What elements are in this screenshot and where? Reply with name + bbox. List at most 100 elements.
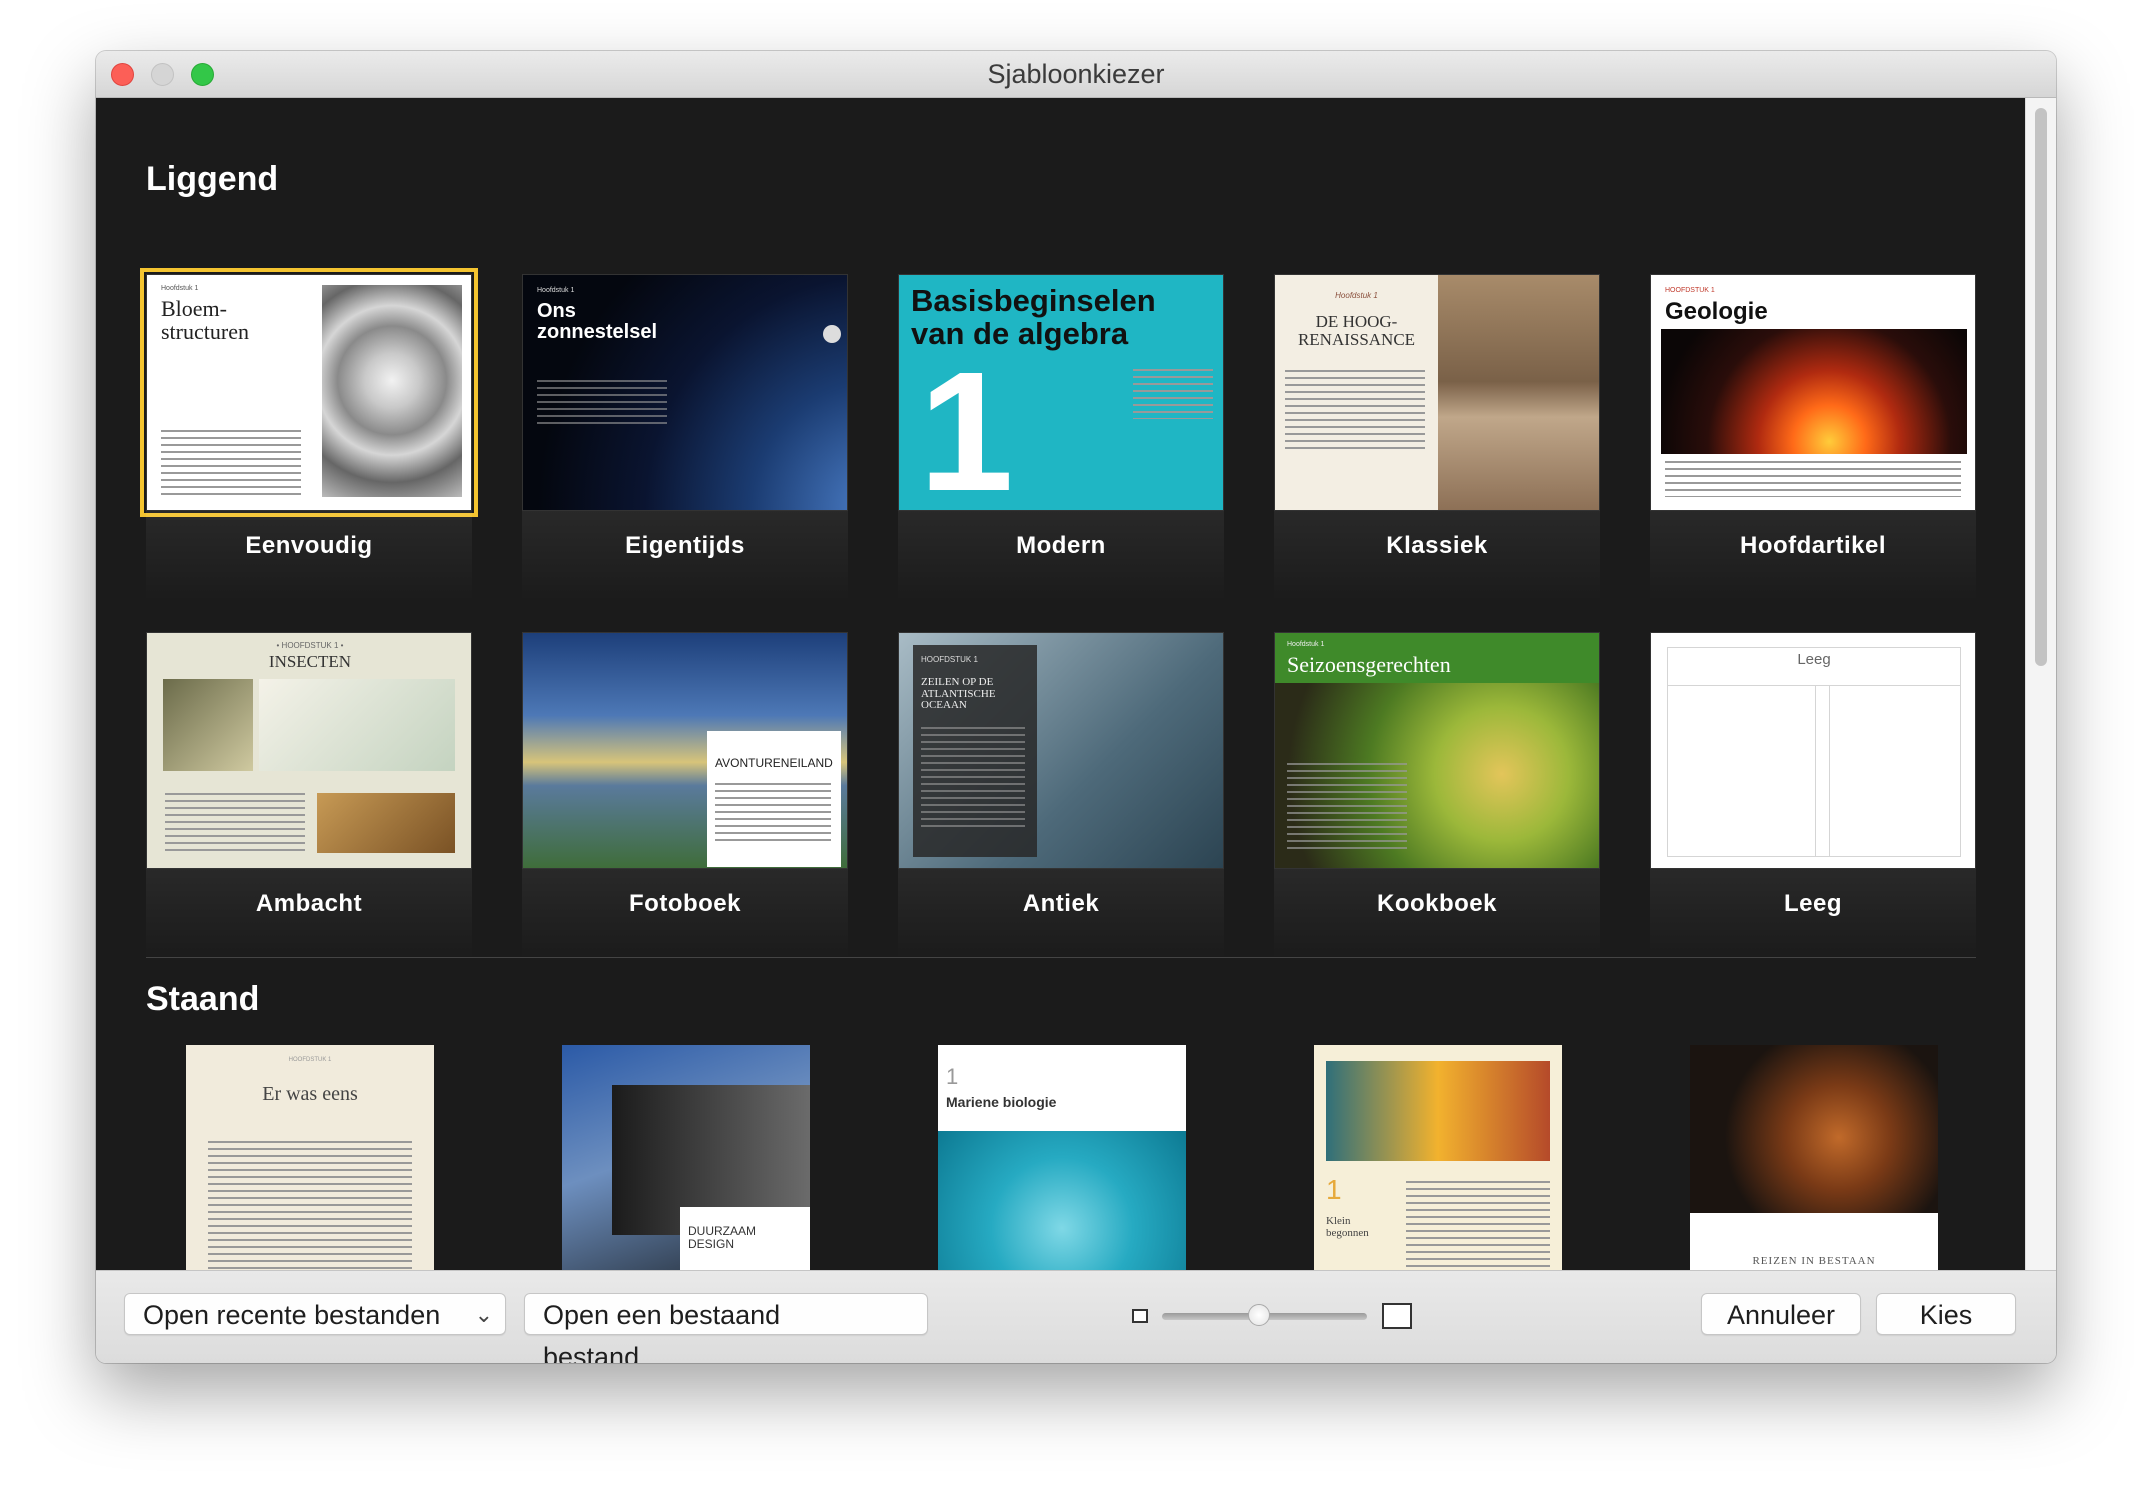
texture-photo (317, 793, 455, 853)
thumb-title: DUURZAAM DESIGN (688, 1224, 756, 1251)
template-thumbnail: AVONTURENEILAND (522, 632, 848, 869)
thumb-body-text (161, 430, 301, 496)
template-kookboek[interactable]: Hoofdstuk 1 Seizoensgerechten Kookboek (1274, 632, 1600, 959)
thumb-kicker: Hoofdstuk 1 (537, 287, 575, 294)
thumb-kicker: Hoofdstuk 1 (1335, 291, 1378, 300)
vertical-scrollbar[interactable] (2025, 98, 2056, 1270)
thumb-body-text (1285, 370, 1425, 450)
open-recent-label: Open recente bestanden (143, 1300, 441, 1330)
thumb-body-text (165, 793, 305, 853)
thumb-kicker: HOOFDSTUK 1 (1665, 287, 1715, 294)
thumb-body-text (1133, 369, 1213, 419)
thumb-kicker: Hoofdstuk 1 (161, 285, 199, 292)
large-thumbnail-icon (1382, 1303, 1412, 1329)
thumb-title: Mariene biologie (946, 1094, 1057, 1110)
thumb-body-text (537, 380, 667, 428)
template-label: Hoofdartikel (1739, 532, 1886, 559)
portrait-template-4[interactable]: 1 Klein begonnen (1314, 1045, 1562, 1270)
portrait-template-3[interactable]: 1 Mariene biologie (938, 1045, 1186, 1270)
thumb-body-text (208, 1141, 412, 1270)
thumb-kicker: HOOFDSTUK 1 (288, 1057, 332, 1063)
template-eenvoudig[interactable]: Hoofdstuk 1 Bloem- structuren Eenvoudig (140, 268, 478, 601)
open-recent-popup[interactable]: Open recente bestanden ⌄ (124, 1293, 506, 1335)
template-thumbnail: Basisbeginselen van de algebra 1 (898, 274, 1224, 511)
thumb-title: ZEILEN OP DE ATLANTISCHE OCEAAN (921, 676, 996, 712)
template-leeg[interactable]: Leeg Leeg (1650, 632, 1976, 959)
template-klassiek[interactable]: Hoofdstuk 1 DE HOOG- RENAISSANCE Klassie… (1274, 274, 1600, 601)
choose-button[interactable]: Kies (1876, 1293, 2016, 1335)
portrait-template-5[interactable]: REIZEN IN BESTAAN (1690, 1045, 1938, 1270)
volcano-photo (1661, 329, 1967, 454)
template-fotoboek[interactable]: AVONTURENEILAND Fotoboek (522, 632, 848, 959)
dahlia-photo (322, 285, 462, 497)
portrait-template-1[interactable]: HOOFDSTUK 1 Er was eens (186, 1045, 434, 1270)
thumb-title: AVONTURENEILAND (715, 756, 833, 770)
template-label: Klassiek (1386, 532, 1488, 559)
village-illustration (1326, 1061, 1550, 1161)
thumb-title: Bloem- structuren (161, 296, 249, 345)
template-label: Leeg (1783, 890, 1842, 917)
dragonfly-illustration (259, 679, 455, 771)
butterfly-illustration (163, 679, 253, 771)
thumb-kicker: • HOOFDSTUK 1 • (276, 641, 344, 650)
portrait-template-2[interactable]: DUURZAAM DESIGN (562, 1045, 810, 1270)
thumb-number: 1 (946, 1064, 959, 1089)
thumb-body-text (1665, 461, 1961, 497)
turtle-photo (938, 1131, 1186, 1270)
template-label: Antiek (1022, 890, 1100, 917)
guitar-photo (1690, 1045, 1938, 1213)
scroll-thumb[interactable] (2035, 108, 2047, 666)
template-thumbnail: • HOOFDSTUK 1 • INSECTEN (146, 632, 472, 869)
window-title: Sjabloonkiezer (987, 59, 1165, 89)
template-chooser-window: Sjabloonkiezer Liggend Hoofdstuk 1 Bloem… (96, 51, 2056, 1363)
section-title-portrait: Staand (146, 980, 260, 1018)
thumb-kicker: HOOFDSTUK 1 (921, 655, 978, 664)
template-thumbnail: HOOFDSTUK 1 ZEILEN OP DE ATLANTISCHE OCE… (898, 632, 1224, 869)
thumb-title: Klein begonnen (1326, 1215, 1369, 1239)
bottom-toolbar: Open recente bestanden ⌄ Open een bestaa… (96, 1270, 2056, 1363)
thumb-body-text (921, 727, 1025, 827)
template-ambacht[interactable]: • HOOFDSTUK 1 • INSECTEN Ambacht (146, 632, 472, 959)
empty-layout-frame (1667, 647, 1961, 857)
template-gallery: Liggend Hoofdstuk 1 Bloem- structuren Ee… (96, 98, 2026, 1270)
thumb-title: Er was eens (262, 1083, 358, 1105)
thumb-body-text (715, 783, 831, 845)
renaissance-painting (1438, 275, 1599, 510)
chevron-down-icon: ⌄ (474, 1302, 493, 1327)
template-label: Modern (1016, 532, 1106, 559)
thumb-body-text (1406, 1181, 1550, 1270)
template-antiek[interactable]: HOOFDSTUK 1 ZEILEN OP DE ATLANTISCHE OCE… (898, 632, 1224, 959)
template-modern[interactable]: Basisbeginselen van de algebra 1 Modern (898, 274, 1224, 601)
open-existing-button[interactable]: Open een bestaand bestand… (524, 1293, 928, 1363)
template-label: Ambacht (255, 890, 363, 917)
template-thumbnail: Hoofdstuk 1 Bloem- structuren (140, 268, 478, 517)
thumb-kicker: Hoofdstuk 1 (1287, 641, 1325, 648)
section-title-landscape: Liggend (146, 160, 279, 198)
template-thumbnail: Hoofdstuk 1 Seizoensgerechten (1274, 632, 1600, 869)
thumb-title: Seizoensgerechten (1287, 652, 1451, 677)
template-label: Eigentijds (625, 532, 745, 559)
slider-knob[interactable] (1248, 1304, 1270, 1326)
template-thumbnail: Hoofdstuk 1 Ons zonnestelsel (522, 274, 848, 511)
small-thumbnail-icon (1132, 1309, 1148, 1323)
thumb-title: INSECTEN (268, 652, 352, 671)
template-thumbnail: HOOFDSTUK 1 Geologie (1650, 274, 1976, 511)
thumb-number: 1 (1326, 1174, 1342, 1205)
thumb-number: 1 (919, 337, 1014, 511)
template-hoofdartikel[interactable]: HOOFDSTUK 1 Geologie Hoofdartikel (1650, 274, 1976, 601)
template-thumbnail: Hoofdstuk 1 DE HOOG- RENAISSANCE (1274, 274, 1600, 511)
template-label: Kookboek (1376, 890, 1497, 917)
section-divider (146, 957, 1976, 958)
template-eigentijds[interactable]: Hoofdstuk 1 Ons zonnestelsel Eigentijds (522, 274, 848, 601)
template-label: Eenvoudig (245, 532, 373, 559)
titlebar: Sjabloonkiezer (96, 51, 2056, 98)
moon-shape (823, 325, 841, 343)
thumb-title: Geologie (1665, 298, 1768, 325)
thumb-body-text (1287, 763, 1407, 849)
template-thumbnail: Leeg (1650, 632, 1976, 869)
thumb-title: REIZEN IN BESTAAN (1752, 1255, 1876, 1267)
template-label: Fotoboek (629, 890, 741, 917)
thumb-title: DE HOOG- RENAISSANCE (1297, 312, 1416, 349)
thumb-title: Ons zonnestelsel (537, 300, 658, 343)
cancel-button[interactable]: Annuleer (1701, 1293, 1861, 1335)
